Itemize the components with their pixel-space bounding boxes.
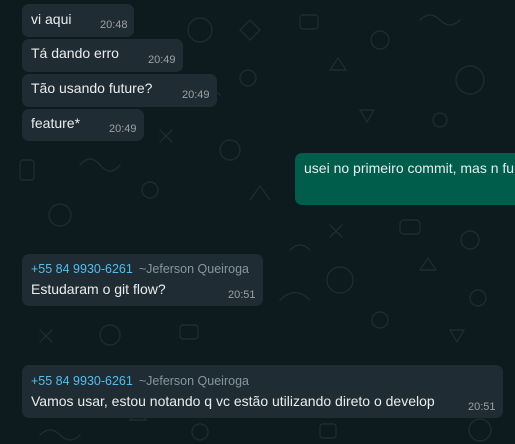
message-timestamp: 20:51 xyxy=(468,401,496,413)
outgoing-message-bubble[interactable]: usei no primeiro commit, mas n fu xyxy=(295,153,515,205)
message-bubble[interactable]: vi aqui 20:48 xyxy=(22,4,134,37)
message-text: Estudaram o git flow? xyxy=(31,281,166,297)
message-text: vi aqui xyxy=(31,11,72,27)
message-bubble[interactable]: Tá dando erro 20:49 xyxy=(22,39,183,72)
message-bubble[interactable]: Tão usando future? 20:49 xyxy=(22,74,217,107)
message-timestamp: 20:49 xyxy=(148,54,176,66)
message-timestamp: 20:49 xyxy=(109,123,137,135)
message-bubble[interactable]: +55 84 9930-6261 ~Jeferson Queiroga Vamos… xyxy=(22,365,503,418)
message-timestamp: 20:48 xyxy=(100,19,128,31)
message-bubble[interactable]: feature* 20:49 xyxy=(22,109,144,141)
message-text: Tão usando future? xyxy=(31,80,153,96)
sender-phone[interactable]: +55 84 9930-6261 xyxy=(31,374,133,388)
message-text: Tá dando erro xyxy=(31,45,119,61)
message-timestamp: 20:49 xyxy=(182,89,210,101)
message-text: usei no primeiro commit, mas n fu xyxy=(304,160,515,176)
sender-row: +55 84 9930-6261 ~Jeferson Queiroga xyxy=(31,373,249,389)
message-timestamp: 20:51 xyxy=(228,289,256,301)
message-text: Vamos usar, estou notando q vc estão uti… xyxy=(31,393,435,409)
sender-name: ~Jeferson Queiroga xyxy=(138,262,249,276)
message-text: feature* xyxy=(31,115,81,131)
sender-phone[interactable]: +55 84 9930-6261 xyxy=(31,262,133,276)
message-bubble[interactable]: +55 84 9930-6261 ~Jeferson Queiroga Estud… xyxy=(22,254,263,306)
sender-name: ~Jeferson Queiroga xyxy=(138,374,249,388)
sender-row: +55 84 9930-6261 ~Jeferson Queiroga xyxy=(31,261,249,277)
outgoing-message-container: usei no primeiro commit, mas n fu xyxy=(295,153,515,205)
